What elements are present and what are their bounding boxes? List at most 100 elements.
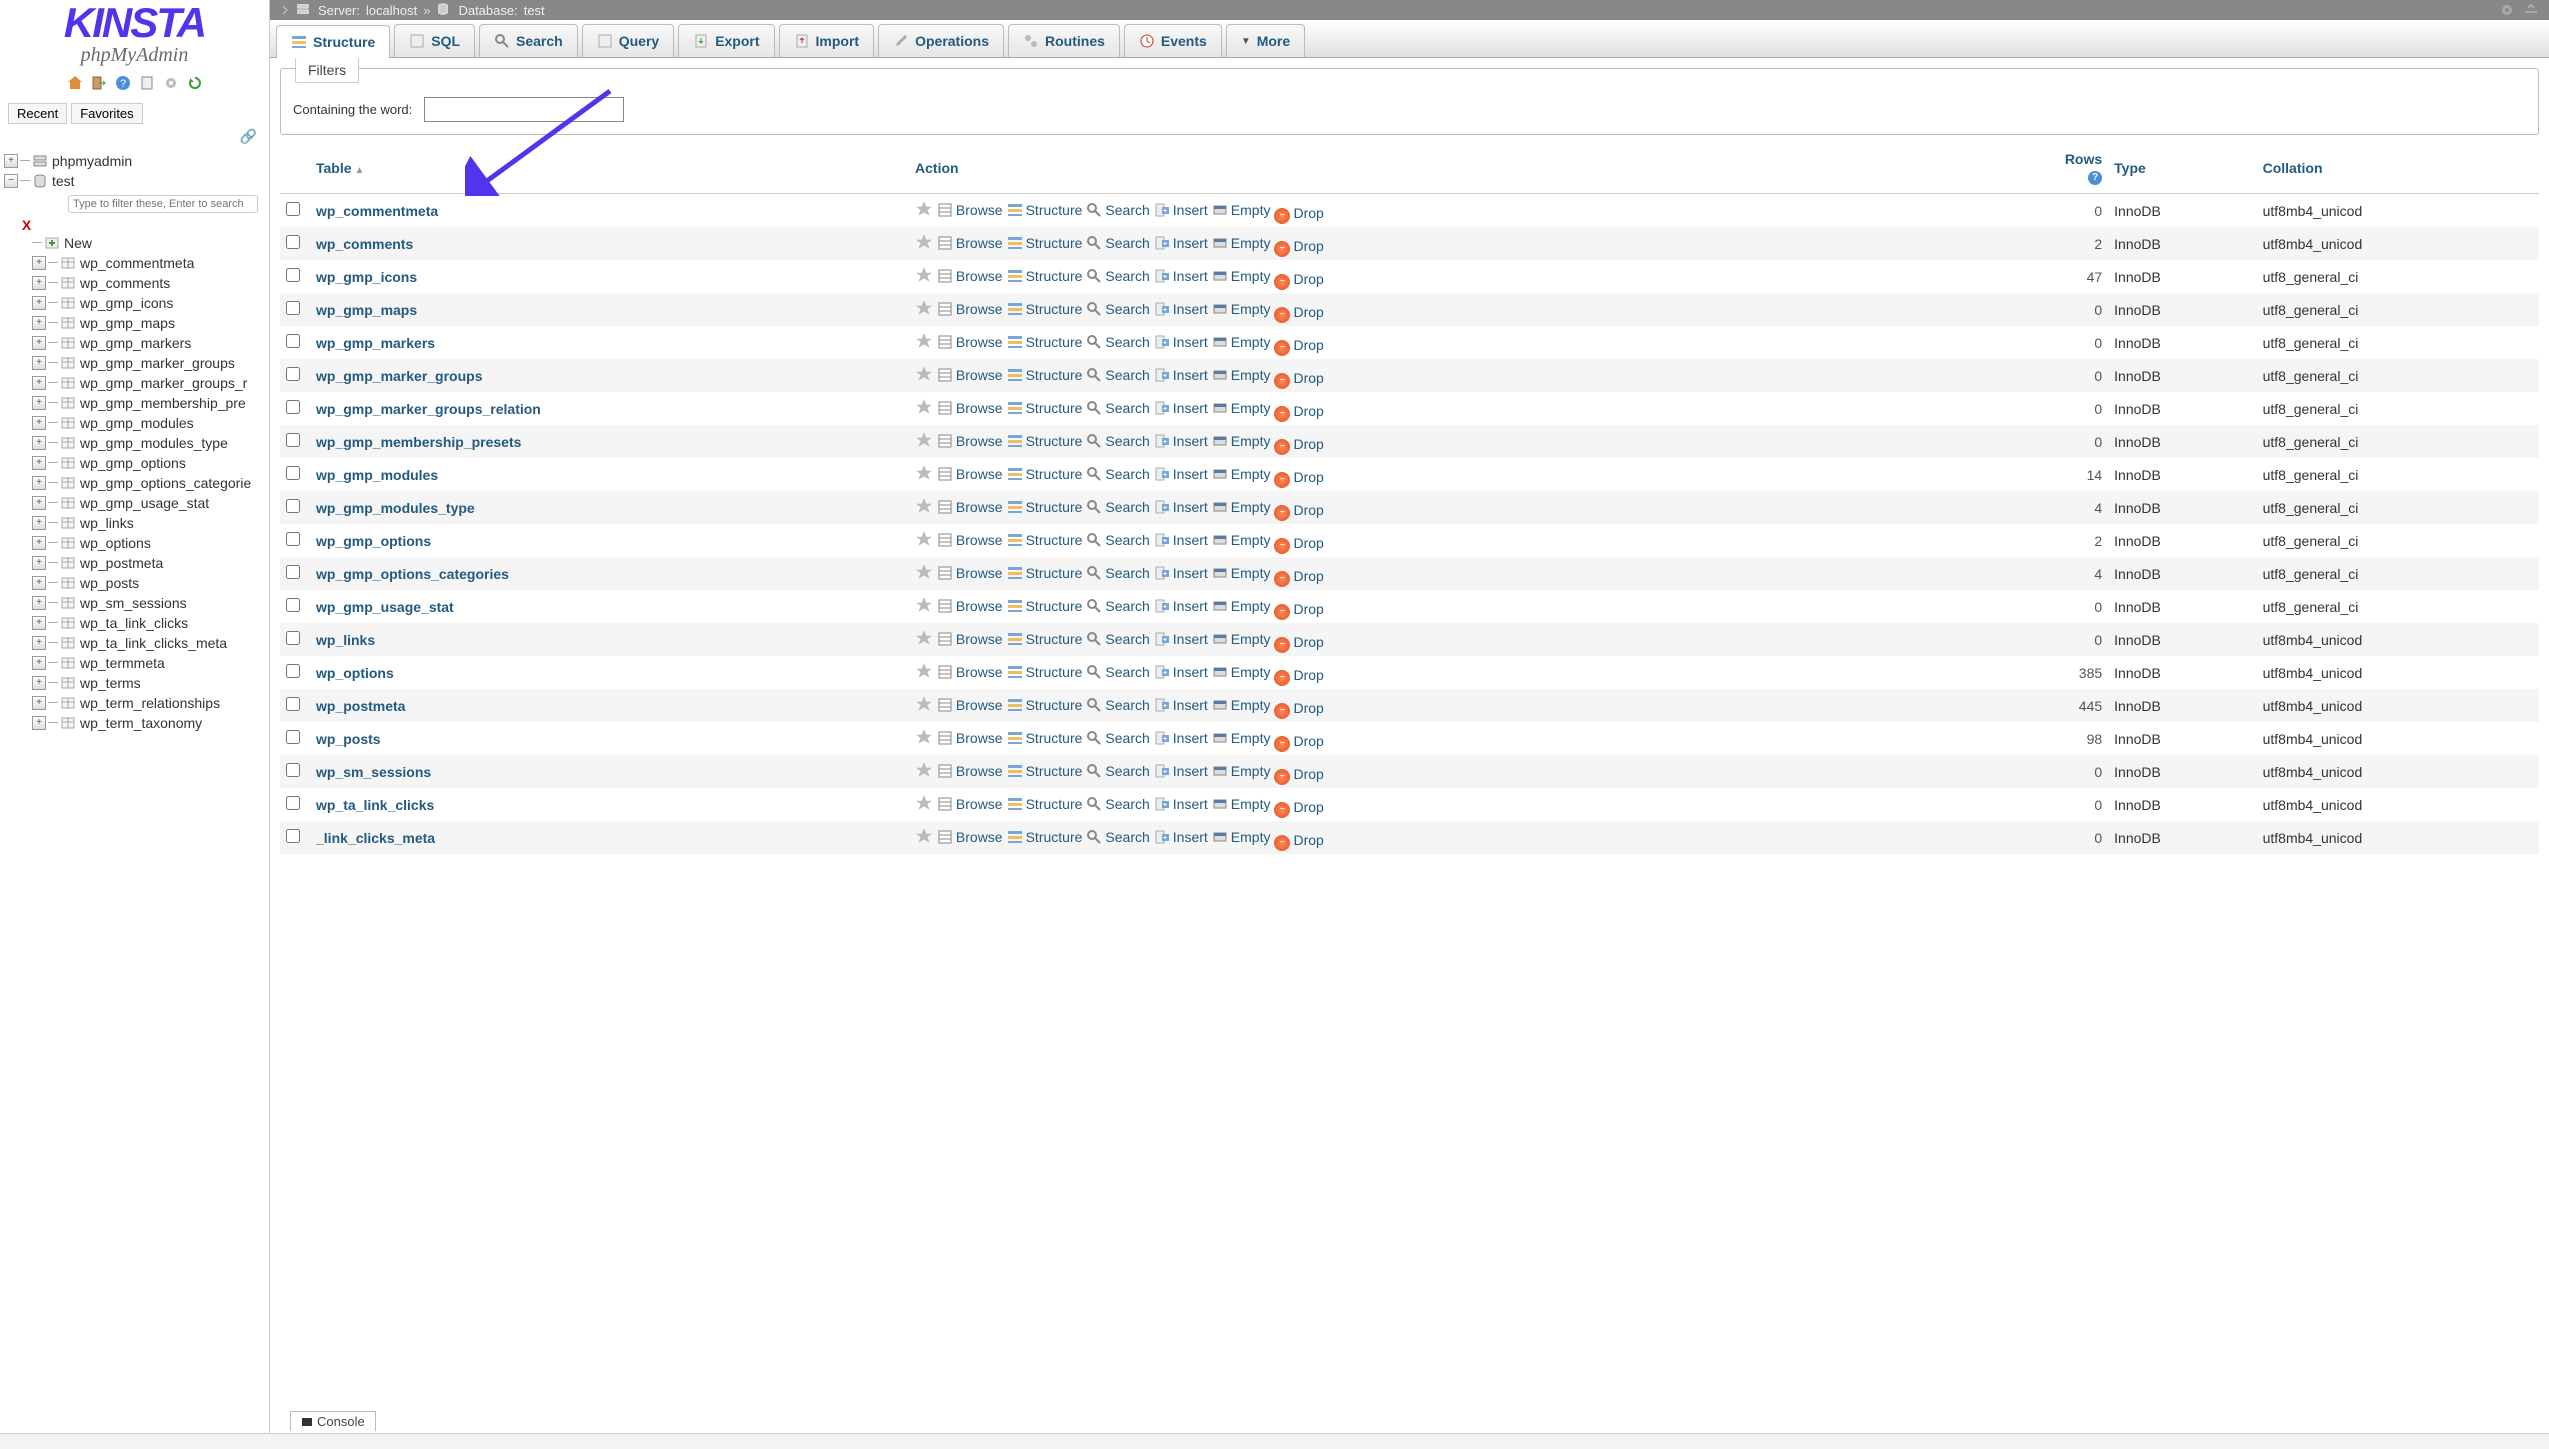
drop-action[interactable]: −Drop [1274,667,1323,683]
row-checkbox[interactable] [286,697,300,711]
row-checkbox[interactable] [286,532,300,546]
table-name-link[interactable]: wp_gmp_markers [316,335,435,351]
filter-word-input[interactable] [424,97,624,122]
search-action[interactable]: Search [1086,796,1149,812]
insert-action[interactable]: Insert [1154,631,1208,647]
empty-action[interactable]: Empty [1212,400,1271,416]
row-checkbox[interactable] [286,664,300,678]
tree-table-label[interactable]: wp_options [80,535,151,551]
expand-toggle[interactable]: + [32,276,46,290]
row-checkbox[interactable] [286,433,300,447]
empty-action[interactable]: Empty [1212,301,1271,317]
insert-action[interactable]: Insert [1154,301,1208,317]
insert-action[interactable]: Insert [1154,565,1208,581]
tree-table-label[interactable]: wp_posts [80,575,139,591]
structure-action[interactable]: Structure [1007,697,1083,713]
row-checkbox[interactable] [286,334,300,348]
structure-action[interactable]: Structure [1007,664,1083,680]
search-action[interactable]: Search [1086,367,1149,383]
tree-db-label[interactable]: test [52,173,75,189]
search-action[interactable]: Search [1086,532,1149,548]
structure-action[interactable]: Structure [1007,499,1083,515]
star-icon[interactable] [915,403,933,419]
tree-table-label[interactable]: wp_gmp_options_categorie [80,475,251,491]
star-icon[interactable] [915,469,933,485]
browse-action[interactable]: Browse [937,763,1003,779]
star-icon[interactable] [915,766,933,782]
drop-action[interactable]: −Drop [1274,370,1323,386]
row-checkbox[interactable] [286,301,300,315]
expand-toggle[interactable]: + [32,556,46,570]
tree-table-label[interactable]: wp_term_taxonomy [80,715,202,731]
browse-action[interactable]: Browse [937,598,1003,614]
collapse-toggle[interactable]: − [4,174,18,188]
search-action[interactable]: Search [1086,400,1149,416]
tab-query[interactable]: Query [582,24,674,57]
row-checkbox[interactable] [286,829,300,843]
browse-action[interactable]: Browse [937,664,1003,680]
row-checkbox[interactable] [286,268,300,282]
structure-action[interactable]: Structure [1007,334,1083,350]
tree-table-label[interactable]: wp_gmp_markers [80,335,191,351]
insert-action[interactable]: Insert [1154,532,1208,548]
insert-action[interactable]: Insert [1154,796,1208,812]
table-name-link[interactable]: wp_commentmeta [316,203,438,219]
tree-table-label[interactable]: wp_sm_sessions [80,595,187,611]
tab-structure[interactable]: Structure [276,25,390,58]
search-action[interactable]: Search [1086,433,1149,449]
help-icon[interactable]: ? [114,75,132,93]
table-name-link[interactable]: wp_gmp_options [316,533,431,549]
table-name-link[interactable]: wp_posts [316,731,381,747]
table-name-link[interactable]: wp_gmp_membership_presets [316,434,521,450]
insert-action[interactable]: Insert [1154,268,1208,284]
empty-action[interactable]: Empty [1212,367,1271,383]
insert-action[interactable]: Insert [1154,202,1208,218]
row-checkbox[interactable] [286,400,300,414]
structure-action[interactable]: Structure [1007,631,1083,647]
structure-action[interactable]: Structure [1007,466,1083,482]
table-name-link[interactable]: wp_gmp_marker_groups_relation [316,401,541,417]
browse-action[interactable]: Browse [937,829,1003,845]
browse-action[interactable]: Browse [937,532,1003,548]
tree-table-label[interactable]: wp_gmp_options [80,455,186,471]
tree-table-label[interactable]: wp_commentmeta [80,255,194,271]
star-icon[interactable] [915,337,933,353]
tab-import[interactable]: Import [779,24,875,57]
tab-routines[interactable]: Routines [1008,24,1120,57]
empty-action[interactable]: Empty [1212,499,1271,515]
empty-action[interactable]: Empty [1212,532,1271,548]
expand-toggle[interactable]: + [32,396,46,410]
search-action[interactable]: Search [1086,268,1149,284]
tree-table-label[interactable]: wp_gmp_modules_type [80,435,228,451]
structure-action[interactable]: Structure [1007,433,1083,449]
search-action[interactable]: Search [1086,598,1149,614]
row-checkbox[interactable] [286,598,300,612]
table-name-link[interactable]: wp_sm_sessions [316,764,431,780]
table-name-link[interactable]: wp_links [316,632,375,648]
expand-toggle[interactable]: + [4,154,18,168]
tree-table-label[interactable]: wp_gmp_membership_pre [80,395,246,411]
tree-table-label[interactable]: wp_links [80,515,134,531]
drop-action[interactable]: −Drop [1274,568,1323,584]
drop-action[interactable]: −Drop [1274,436,1323,452]
col-collation[interactable]: Collation [2257,143,2539,194]
drop-action[interactable]: −Drop [1274,634,1323,650]
insert-action[interactable]: Insert [1154,730,1208,746]
star-icon[interactable] [915,700,933,716]
expand-toggle[interactable]: + [32,456,46,470]
structure-action[interactable]: Structure [1007,598,1083,614]
tab-events[interactable]: Events [1124,24,1222,57]
browse-action[interactable]: Browse [937,565,1003,581]
tree-table-label[interactable]: wp_gmp_modules [80,415,194,431]
expand-toggle[interactable]: + [32,416,46,430]
structure-action[interactable]: Structure [1007,796,1083,812]
drop-action[interactable]: −Drop [1274,832,1323,848]
drop-action[interactable]: −Drop [1274,502,1323,518]
tree-table-label[interactable]: wp_termmeta [80,655,165,671]
expand-toggle[interactable]: + [32,716,46,730]
search-action[interactable]: Search [1086,664,1149,680]
tree-root-label[interactable]: phpmyadmin [52,153,132,169]
structure-action[interactable]: Structure [1007,400,1083,416]
breadcrumb-server-value[interactable]: localhost [366,3,417,18]
expand-toggle[interactable]: + [32,496,46,510]
